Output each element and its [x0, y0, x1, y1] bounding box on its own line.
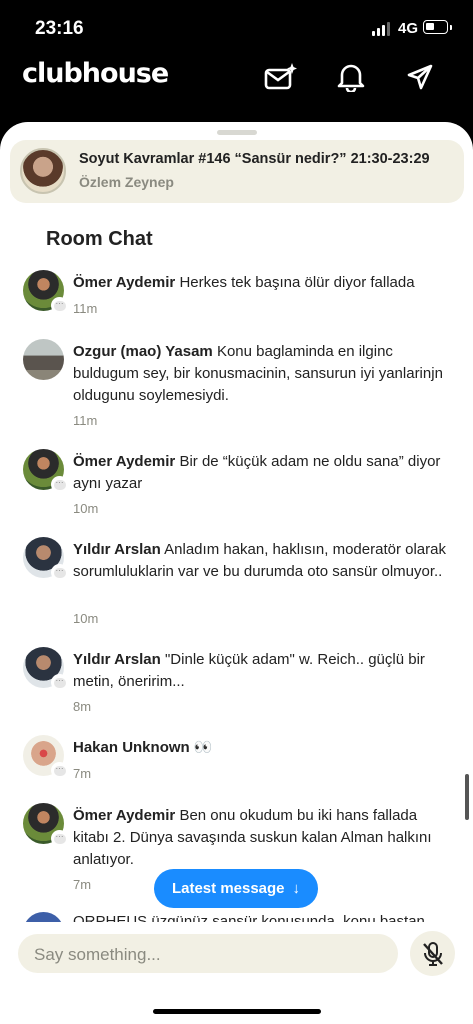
chat-bubble-icon: ···: [51, 297, 68, 314]
message-author[interactable]: Ozgur (mao) Yasam: [73, 343, 213, 360]
latest-message-label: Latest message: [171, 880, 285, 897]
sheet-drag-handle[interactable]: [217, 130, 257, 135]
message-author[interactable]: Hakan Unknown: [73, 739, 190, 756]
latest-message-button[interactable]: Latest message ↓: [154, 869, 318, 908]
message-text: 👀: [193, 739, 213, 756]
app-header: clubhouse: [0, 56, 473, 116]
chat-input-container[interactable]: [18, 934, 398, 975]
chat-input[interactable]: [32, 934, 376, 975]
arrow-down-icon: ↓: [292, 880, 301, 897]
message-text: Herkes tek başına ölür diyor fallada: [179, 274, 415, 291]
chat-bubble-icon: ···: [51, 674, 68, 691]
mic-off-icon: [422, 941, 443, 966]
room-host-name: Özlem Zeynep: [79, 174, 174, 190]
avatar[interactable]: [23, 912, 64, 922]
room-title: Soyut Kavramlar #146 “Sansür nedir?” 21:…: [79, 151, 430, 167]
battery-icon: [423, 20, 452, 34]
chat-bubble-icon: ···: [51, 830, 68, 847]
message-author[interactable]: Ömer Aydemir: [73, 274, 175, 291]
message-time: 11m: [73, 413, 98, 428]
room-chat-sheet: Soyut Kavramlar #146 “Sansür nedir?” 21:…: [0, 122, 473, 1024]
message-time: 7m: [73, 766, 92, 781]
chat-bubble-icon: ···: [51, 762, 68, 779]
clubhouse-logo: clubhouse: [22, 58, 169, 89]
chat-message-partial: ORPHEUS üzgünüz sansür konusunda, konu b…: [0, 912, 473, 922]
message-time: 10m: [73, 611, 99, 626]
mic-toggle-button[interactable]: [410, 931, 455, 976]
message-time: 11m: [73, 301, 98, 316]
network-type: 4G: [398, 20, 419, 37]
message-text: ORPHEUS üzgünüz sansür konusunda, konu b…: [73, 913, 425, 922]
bell-icon[interactable]: [334, 60, 368, 94]
chat-bubble-icon: ···: [51, 564, 68, 581]
avatar[interactable]: [23, 339, 64, 380]
message-time: 8m: [73, 699, 92, 714]
scrollbar[interactable]: [465, 774, 469, 820]
chat-heading: Room Chat: [46, 228, 153, 250]
room-card[interactable]: Soyut Kavramlar #146 “Sansür nedir?” 21:…: [10, 140, 464, 203]
status-time: 23:16: [35, 18, 84, 39]
home-indicator[interactable]: [153, 1009, 321, 1014]
message-author[interactable]: Ömer Aydemir: [73, 453, 175, 470]
message-author[interactable]: Yıldır Arslan: [73, 651, 161, 668]
host-avatar: [20, 148, 66, 194]
message-author[interactable]: Ömer Aydemir: [73, 807, 175, 824]
message-time: 10m: [73, 501, 99, 516]
message-time: 7m: [73, 877, 92, 892]
send-icon[interactable]: [403, 60, 437, 94]
status-bar: 23:16 4G: [0, 0, 473, 56]
new-message-icon[interactable]: [264, 60, 298, 94]
chat-bubble-icon: ···: [51, 476, 68, 493]
signal-icon: [372, 22, 390, 36]
message-author[interactable]: Yıldır Arslan: [73, 541, 161, 558]
